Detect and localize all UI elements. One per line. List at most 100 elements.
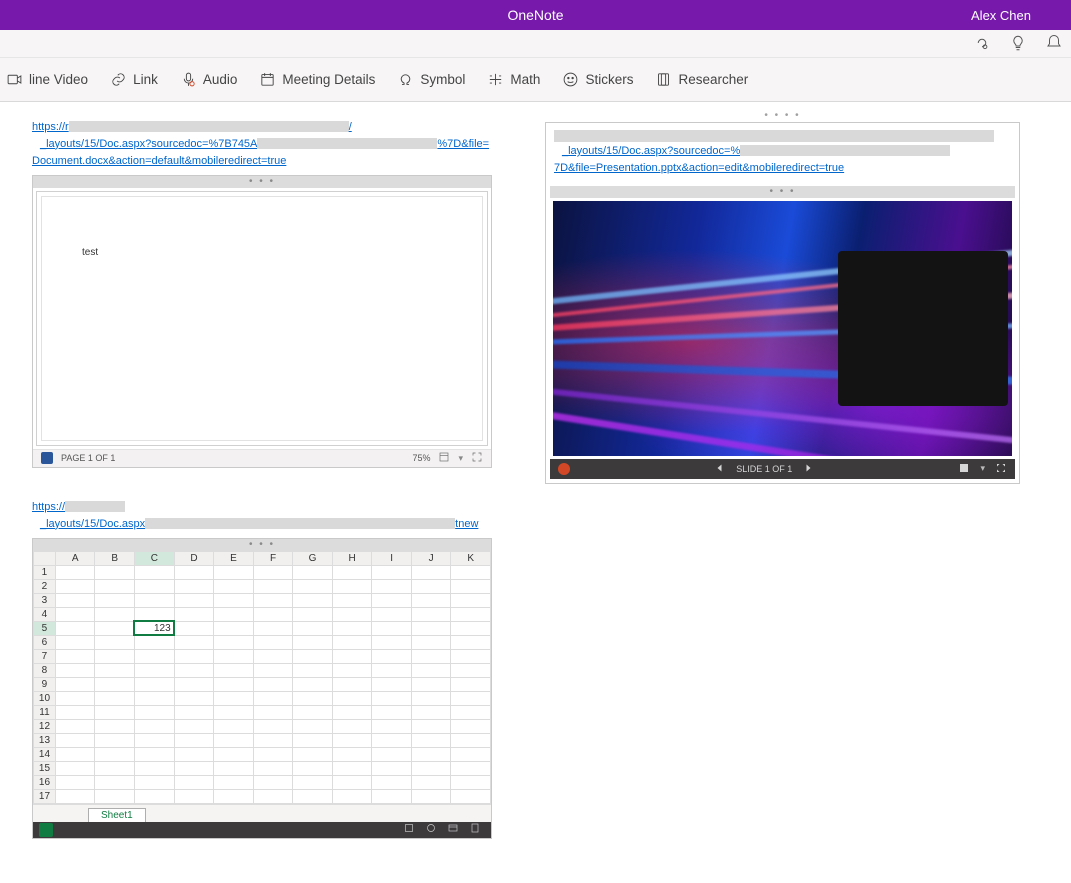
cell[interactable] <box>214 747 254 761</box>
cell[interactable] <box>332 719 372 733</box>
word-url-link[interactable]: https://r/ _layouts/15/Doc.aspx?sourcedo… <box>32 118 492 169</box>
online-video-button[interactable]: line Video <box>6 71 88 88</box>
excel-embed-frame[interactable]: • • • ABCDEFGHIJK12345123678910111213141… <box>32 538 492 839</box>
sync-icon[interactable] <box>973 34 991 55</box>
cell[interactable] <box>134 649 174 663</box>
cell[interactable] <box>253 705 293 719</box>
cell[interactable] <box>214 733 254 747</box>
cell[interactable] <box>134 733 174 747</box>
cell[interactable] <box>95 691 135 705</box>
cell[interactable] <box>372 691 411 705</box>
cell[interactable] <box>332 593 372 607</box>
col-header[interactable]: J <box>411 551 451 565</box>
cell[interactable] <box>253 635 293 649</box>
cell[interactable] <box>451 649 491 663</box>
cell[interactable] <box>332 677 372 691</box>
cell[interactable] <box>55 649 95 663</box>
cell[interactable] <box>214 691 254 705</box>
cell[interactable] <box>411 761 451 775</box>
cell[interactable] <box>95 733 135 747</box>
cell[interactable] <box>253 579 293 593</box>
cell[interactable] <box>372 579 411 593</box>
researcher-button[interactable]: Researcher <box>655 71 748 88</box>
embed-drag-header[interactable]: • • • <box>550 186 1015 198</box>
cell[interactable] <box>174 593 214 607</box>
cell[interactable] <box>214 579 254 593</box>
cell[interactable] <box>451 705 491 719</box>
cell[interactable] <box>451 565 491 579</box>
cell[interactable] <box>451 593 491 607</box>
cell[interactable] <box>293 607 333 621</box>
cell[interactable] <box>214 761 254 775</box>
row-header[interactable]: 9 <box>34 677 56 691</box>
cell[interactable] <box>451 775 491 789</box>
cell[interactable] <box>293 593 333 607</box>
cell[interactable] <box>174 705 214 719</box>
cell[interactable] <box>253 621 293 635</box>
col-header[interactable]: I <box>372 551 411 565</box>
cell[interactable] <box>293 761 333 775</box>
cell[interactable] <box>451 719 491 733</box>
cell[interactable] <box>55 677 95 691</box>
cell[interactable] <box>134 747 174 761</box>
cell[interactable] <box>95 677 135 691</box>
row-header[interactable]: 3 <box>34 593 56 607</box>
col-header[interactable]: H <box>332 551 372 565</box>
cell[interactable] <box>174 789 214 803</box>
row-header[interactable]: 7 <box>34 649 56 663</box>
cell[interactable] <box>214 719 254 733</box>
cell[interactable] <box>411 593 451 607</box>
cell[interactable] <box>95 579 135 593</box>
audio-button[interactable]: Audio <box>180 71 238 88</box>
cell[interactable] <box>372 719 411 733</box>
next-slide-icon[interactable] <box>802 462 814 476</box>
cell[interactable] <box>214 593 254 607</box>
cell[interactable] <box>293 663 333 677</box>
row-header[interactable]: 11 <box>34 705 56 719</box>
cell[interactable] <box>134 705 174 719</box>
cell[interactable] <box>411 663 451 677</box>
cell[interactable] <box>55 761 95 775</box>
cell[interactable] <box>253 747 293 761</box>
cell[interactable] <box>332 775 372 789</box>
cell[interactable] <box>372 649 411 663</box>
cell[interactable] <box>293 621 333 635</box>
embed-drag-header[interactable]: • • • <box>33 539 491 551</box>
row-header[interactable]: 14 <box>34 747 56 761</box>
cell[interactable] <box>451 733 491 747</box>
ppt-embed-frame[interactable]: _layouts/15/Doc.aspx?sourcedoc=% 7D&file… <box>545 122 1020 484</box>
cell[interactable] <box>372 761 411 775</box>
excel-grid-container[interactable]: ABCDEFGHIJK1234512367891011121314151617 … <box>33 551 491 838</box>
cell[interactable] <box>372 789 411 803</box>
cell[interactable] <box>372 775 411 789</box>
cell[interactable] <box>134 565 174 579</box>
row-header[interactable]: 5 <box>34 621 56 635</box>
cell[interactable] <box>293 691 333 705</box>
status-icon[interactable] <box>425 822 437 837</box>
cell[interactable] <box>214 663 254 677</box>
cell[interactable] <box>55 775 95 789</box>
cell[interactable] <box>55 719 95 733</box>
cell[interactable] <box>372 621 411 635</box>
cell[interactable] <box>95 719 135 733</box>
cell[interactable] <box>253 565 293 579</box>
cell[interactable] <box>134 579 174 593</box>
cell[interactable] <box>332 649 372 663</box>
cell[interactable] <box>293 635 333 649</box>
view-menu-icon[interactable] <box>438 451 450 465</box>
row-header[interactable]: 16 <box>34 775 56 789</box>
cell[interactable] <box>411 789 451 803</box>
col-header[interactable]: A <box>55 551 95 565</box>
cell[interactable] <box>253 649 293 663</box>
row-header[interactable]: 8 <box>34 663 56 677</box>
math-button[interactable]: Math <box>487 71 540 88</box>
cell[interactable] <box>332 565 372 579</box>
cell[interactable] <box>134 635 174 649</box>
cell[interactable] <box>55 565 95 579</box>
cell[interactable] <box>253 789 293 803</box>
cell[interactable] <box>293 775 333 789</box>
cell[interactable] <box>134 607 174 621</box>
cell[interactable] <box>451 747 491 761</box>
row-header[interactable]: 13 <box>34 733 56 747</box>
cell[interactable] <box>372 565 411 579</box>
